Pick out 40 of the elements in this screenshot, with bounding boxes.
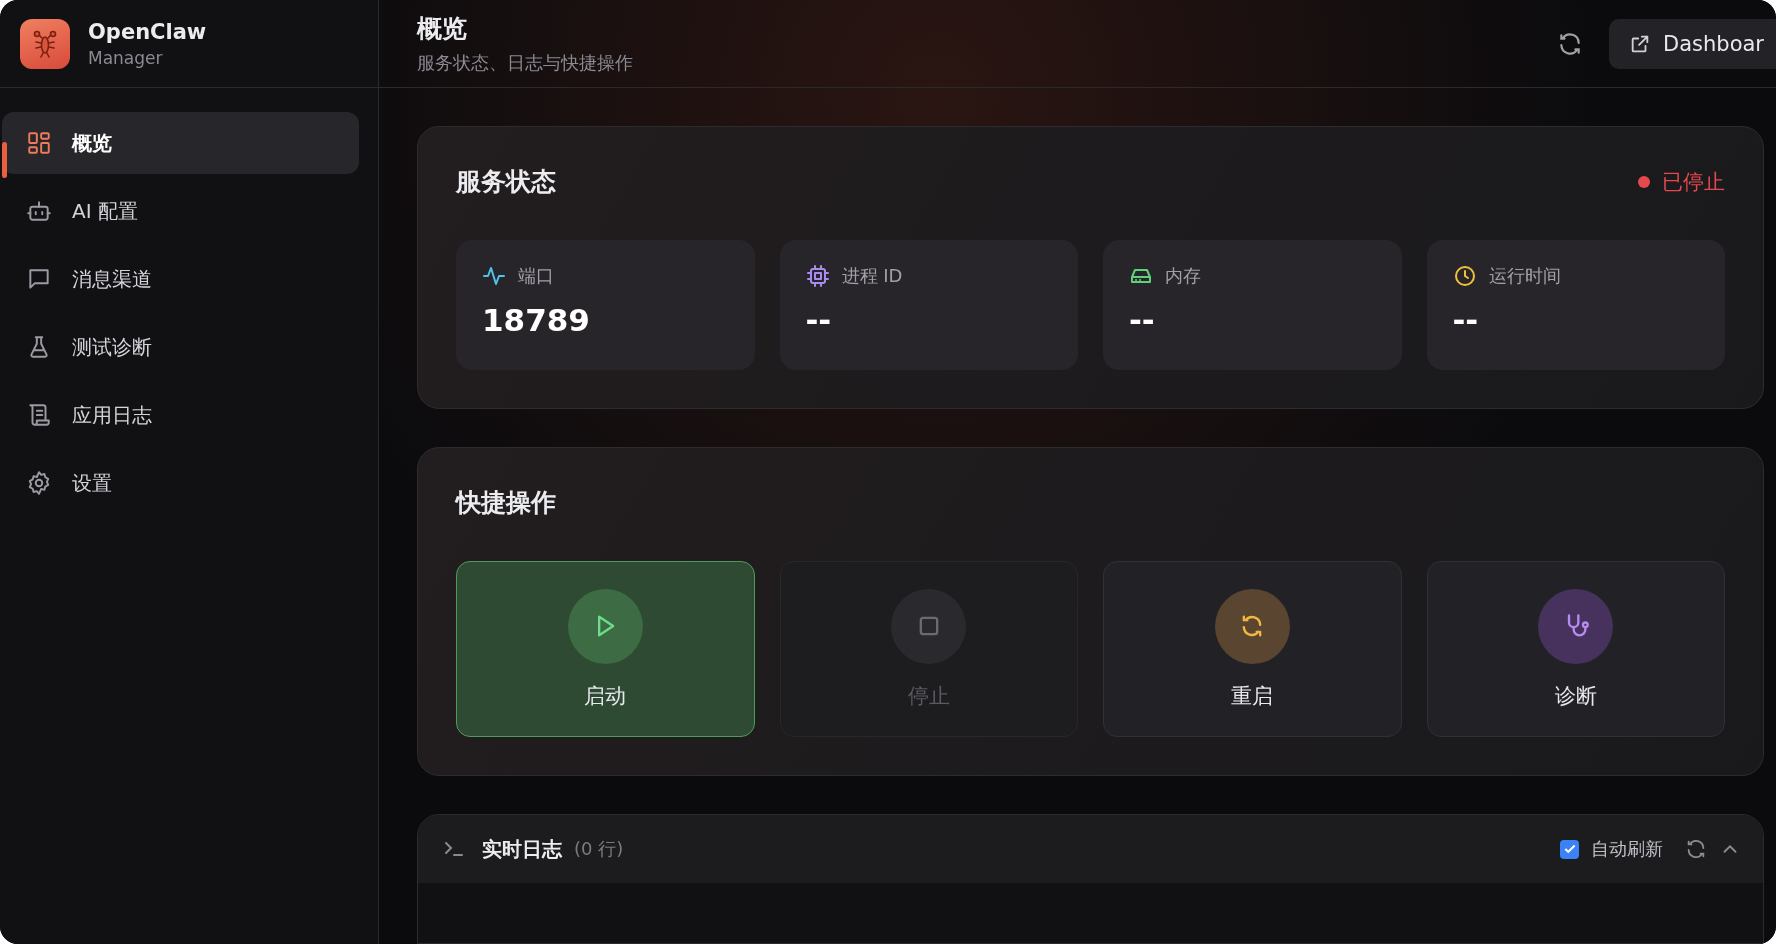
- sidebar-item[interactable]: 应用日志: [2, 384, 359, 446]
- stat-label: 进程 ID: [841, 264, 903, 288]
- sidebar-item[interactable]: 测试诊断: [2, 316, 359, 378]
- refresh-icon[interactable]: [1685, 838, 1707, 860]
- action-button[interactable]: 重启: [1103, 561, 1402, 737]
- section-title: 服务状态: [456, 166, 556, 198]
- sidebar-item[interactable]: AI 配置: [2, 180, 359, 242]
- action-button[interactable]: 诊断: [1426, 561, 1725, 737]
- stat-value: 18789: [482, 302, 591, 338]
- auto-refresh-checkbox[interactable]: [1560, 839, 1579, 859]
- stat-value: --: [1452, 302, 1480, 338]
- checkmark-icon: [1562, 842, 1577, 856]
- stat-label: 内存: [1165, 264, 1201, 288]
- sidebar-item[interactable]: 概览: [2, 112, 359, 174]
- stat-label: 端口: [518, 264, 554, 288]
- settings-icon: [26, 470, 52, 496]
- dashboard-button[interactable]: Dashboar: [1609, 18, 1776, 69]
- stat-value: --: [1129, 302, 1156, 338]
- status-text: 已停止: [1662, 168, 1725, 196]
- page-title: 概览: [417, 13, 468, 45]
- sidebar-item[interactable]: 设置: [2, 452, 359, 514]
- log-line-count: (0 行): [574, 837, 624, 861]
- app-subtitle: Manager: [88, 47, 164, 68]
- sidebar-item[interactable]: 消息渠道: [2, 248, 359, 310]
- stat-value: --: [805, 302, 833, 338]
- action-button[interactable]: 启动: [456, 561, 755, 737]
- log-title: 实时日志: [482, 835, 562, 863]
- app-name: OpenClaw: [88, 19, 207, 44]
- page-subtitle: 服务状态、日志与快捷操作: [417, 51, 633, 75]
- auto-refresh-label: 自动刷新: [1591, 837, 1663, 861]
- refresh-icon[interactable]: [1557, 30, 1583, 57]
- pulse-icon: [482, 264, 506, 288]
- clock-icon: [1452, 264, 1477, 288]
- chip-icon: [805, 264, 830, 288]
- chat-bubble-icon: [26, 266, 52, 292]
- grid-icon: [26, 130, 52, 156]
- active-indicator: [2, 142, 7, 178]
- section-title: 快捷操作: [456, 487, 557, 519]
- scroll-icon: [26, 402, 52, 428]
- stat-label: 运行时间: [1488, 264, 1561, 288]
